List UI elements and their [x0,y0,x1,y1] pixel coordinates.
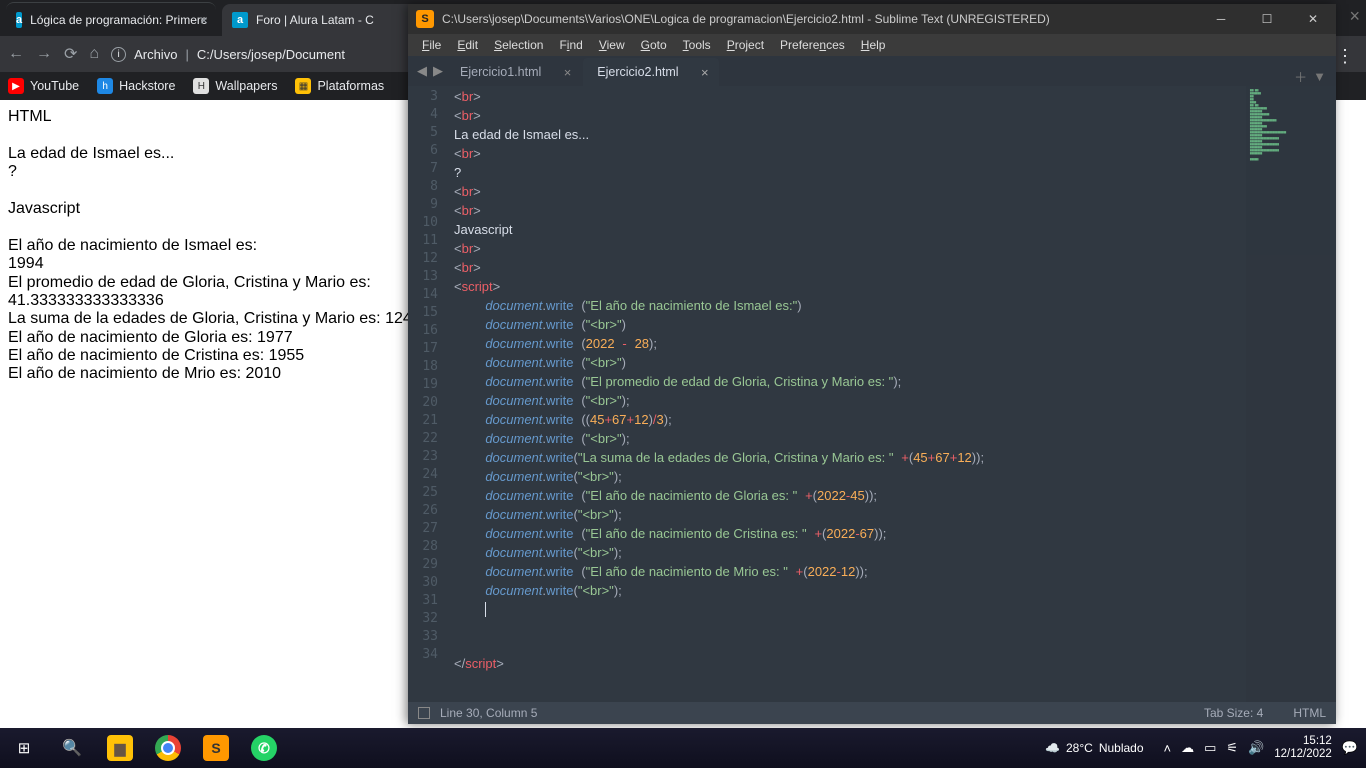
panel-toggle-icon[interactable] [418,707,430,719]
tab-label: Ejercicio1.html [460,65,541,79]
menu-file[interactable]: File [414,38,449,52]
address-bar[interactable]: i Archivo | C:/Users/josep/Document [111,47,345,62]
menu-view[interactable]: View [591,38,633,52]
folder-icon: ▦ [295,78,311,94]
tab-prev-icon[interactable]: ◀ [414,63,430,79]
volume-icon[interactable]: 🔊 [1248,740,1264,756]
editor-tab-ejercicio1[interactable]: Ejercicio1.html × [446,58,581,86]
address-label: Archivo [134,47,177,62]
window-title: C:\Users\josep\Documents\Varios\ONE\Logi… [442,12,1198,26]
weather-cond: Nublado [1099,741,1144,755]
tab-next-icon[interactable]: ▶ [430,63,446,79]
search-button[interactable]: 🔍 [48,728,96,768]
menu-project[interactable]: Project [719,38,772,52]
weather-widget[interactable]: ☁️ 28°C Nublado [1045,741,1143,755]
new-tab-icon[interactable]: ＋ [1294,67,1307,86]
start-button[interactable]: ⊞ [0,728,48,768]
explorer-button[interactable]: ▆ [96,728,144,768]
favicon-icon: a [16,12,22,28]
maximize-button[interactable]: ☐ [1244,4,1290,34]
syntax-mode[interactable]: HTML [1293,706,1326,720]
os-close-icon[interactable]: × [1349,6,1360,27]
onedrive-icon[interactable]: ☁ [1181,740,1194,756]
tab-size[interactable]: Tab Size: 4 [1204,706,1263,720]
menu-edit[interactable]: Edit [449,38,486,52]
minimize-button[interactable]: ─ [1198,4,1244,34]
close-icon[interactable]: × [200,12,208,28]
editor-tab-bar: ◀ ▶ Ejercicio1.html × Ejercicio2.html × … [408,56,1336,86]
chrome-menu-icon[interactable]: ⋮ [1336,46,1354,67]
home-button[interactable]: ⌂ [89,45,99,63]
menu-selection[interactable]: Selection [486,38,551,52]
editor-body: 3 4 5 6 7 8 9 10 11 12 13 14 15 16 17 18… [408,86,1336,702]
bookmark-hackstore[interactable]: hHackstore [97,78,175,94]
clock-date: 12/12/2022 [1274,748,1332,761]
text-cursor [485,602,486,617]
youtube-icon: ▶ [8,78,24,94]
menu-preferences[interactable]: Preferences [772,38,853,52]
menu-find[interactable]: Find [551,38,590,52]
status-bar: Line 30, Column 5 Tab Size: 4 HTML [408,702,1336,724]
bookmark-wallpapers[interactable]: HWallpapers [193,78,277,94]
tab-label: Ejercicio2.html [597,65,678,79]
chrome-tab-title: Foro | Alura Latam - C [256,13,374,27]
weather-icon: ☁️ [1045,741,1060,755]
sublime-logo-icon: S [416,10,434,28]
favicon-icon: a [232,12,248,28]
sublime-titlebar[interactable]: S C:\Users\josep\Documents\Varios\ONE\Lo… [408,4,1336,34]
menu-goto[interactable]: Goto [633,38,675,52]
menu-bar: File Edit Selection Find View Goto Tools… [408,34,1336,56]
menu-tools[interactable]: Tools [675,38,719,52]
wallpapers-icon: H [193,78,209,94]
back-button[interactable]: ← [8,45,24,63]
code-area[interactable]: <br> <br> La edad de Ismael es... <br> ?… [448,86,1336,702]
chevron-up-icon[interactable]: ˄ [1164,741,1172,756]
chrome-tab-title: Lógica de programación: Primerc [30,13,207,27]
close-button[interactable]: ✕ [1290,4,1336,34]
chrome-button[interactable] [144,728,192,768]
bookmark-plataformas[interactable]: ▦Plataformas [295,78,384,94]
bookmark-youtube[interactable]: ▶YouTube [8,78,79,94]
reload-button[interactable]: ⟳ [64,44,77,64]
whatsapp-button[interactable]: ✆ [240,728,288,768]
info-icon[interactable]: i [111,47,126,62]
menu-help[interactable]: Help [853,38,894,52]
forward-button[interactable]: → [36,45,52,63]
close-icon[interactable]: × [564,65,572,80]
battery-icon[interactable]: ▭ [1204,740,1216,756]
tab-menu-icon[interactable]: ▼ [1313,69,1326,84]
hackstore-icon: h [97,78,113,94]
sublime-window: S C:\Users\josep\Documents\Varios\ONE\Lo… [408,4,1336,724]
system-tray: ☁️ 28°C Nublado ˄ ☁ ▭ ⚟ 🔊 15:12 12/12/20… [1045,735,1366,761]
minimap[interactable]: ███ ███ █████████ ███ ███ █████ ███ ███ … [1246,86,1336,702]
chrome-tab-1[interactable]: a Lógica de programación: Primerc × [6,2,216,36]
cursor-position: Line 30, Column 5 [440,706,537,720]
clock[interactable]: 15:12 12/12/2022 [1274,735,1332,761]
clock-time: 15:12 [1274,735,1332,748]
wifi-icon[interactable]: ⚟ [1226,740,1238,756]
address-path: C:/Users/josep/Document [197,47,345,62]
close-icon[interactable]: × [701,65,709,80]
weather-temp: 28°C [1066,741,1093,755]
notifications-icon[interactable]: 💬 [1342,740,1358,756]
chrome-tab-2[interactable]: a Foro | Alura Latam - C × [222,4,432,36]
sublime-button[interactable]: S [192,728,240,768]
line-gutter: 3 4 5 6 7 8 9 10 11 12 13 14 15 16 17 18… [408,86,448,702]
windows-taskbar: ⊞ 🔍 ▆ S ✆ ☁️ 28°C Nublado ˄ ☁ ▭ ⚟ 🔊 15:1… [0,728,1366,768]
editor-tab-ejercicio2[interactable]: Ejercicio2.html × [583,58,718,86]
